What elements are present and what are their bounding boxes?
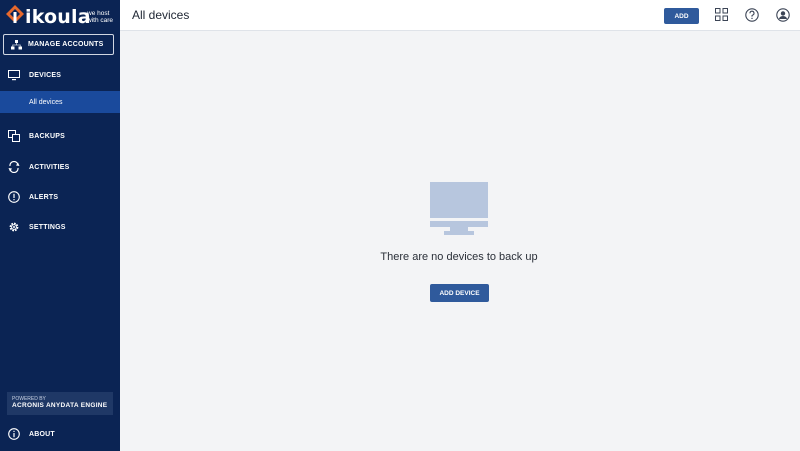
account-icon[interactable] <box>776 8 790 22</box>
manage-accounts-label: MANAGE ACCOUNTS <box>28 41 104 48</box>
page-title: All devices <box>132 8 190 22</box>
sidebar-item-activities[interactable]: ACTIVITIES <box>0 156 120 178</box>
add-device-button[interactable]: ADD DEVICE <box>430 284 489 302</box>
brand-tagline: we host with care <box>87 10 114 24</box>
manage-accounts-button[interactable]: MANAGE ACCOUNTS <box>3 34 114 55</box>
ikoula-logo[interactable]: ikoula we host with care <box>0 0 120 34</box>
gear-icon <box>8 221 20 233</box>
sidebar-item-settings[interactable]: SETTINGS <box>0 216 120 238</box>
info-icon <box>8 428 20 440</box>
alert-icon <box>8 191 20 203</box>
sidebar-item-alerts[interactable]: ALERTS <box>0 186 120 208</box>
activities-icon <box>8 161 20 173</box>
sidebar: ikoula we host with care MANAGE ACCOUNTS… <box>0 0 120 451</box>
top-header: All devices ADD <box>120 0 800 31</box>
sidebar-subitem-all-devices[interactable]: All devices <box>0 91 120 113</box>
sidebar-item-devices[interactable]: DEVICES <box>0 64 120 86</box>
add-button[interactable]: ADD <box>664 8 699 24</box>
powered-by-badge: POWERED BY ACRONIS ANYDATA ENGINE <box>7 392 113 415</box>
sidebar-item-backups[interactable]: BACKUPS <box>0 125 120 147</box>
monitor-icon <box>8 69 20 81</box>
brand-name: ikoula <box>25 6 91 28</box>
sidebar-item-about[interactable]: ABOUT <box>0 423 120 445</box>
help-icon[interactable] <box>745 8 759 22</box>
empty-monitor-icon <box>430 182 488 235</box>
empty-state-message: There are no devices to back up <box>380 251 538 263</box>
hierarchy-icon <box>11 39 22 49</box>
backups-icon <box>8 130 20 142</box>
ikoula-logo-mark <box>6 5 24 23</box>
grid-icon[interactable] <box>715 8 729 22</box>
